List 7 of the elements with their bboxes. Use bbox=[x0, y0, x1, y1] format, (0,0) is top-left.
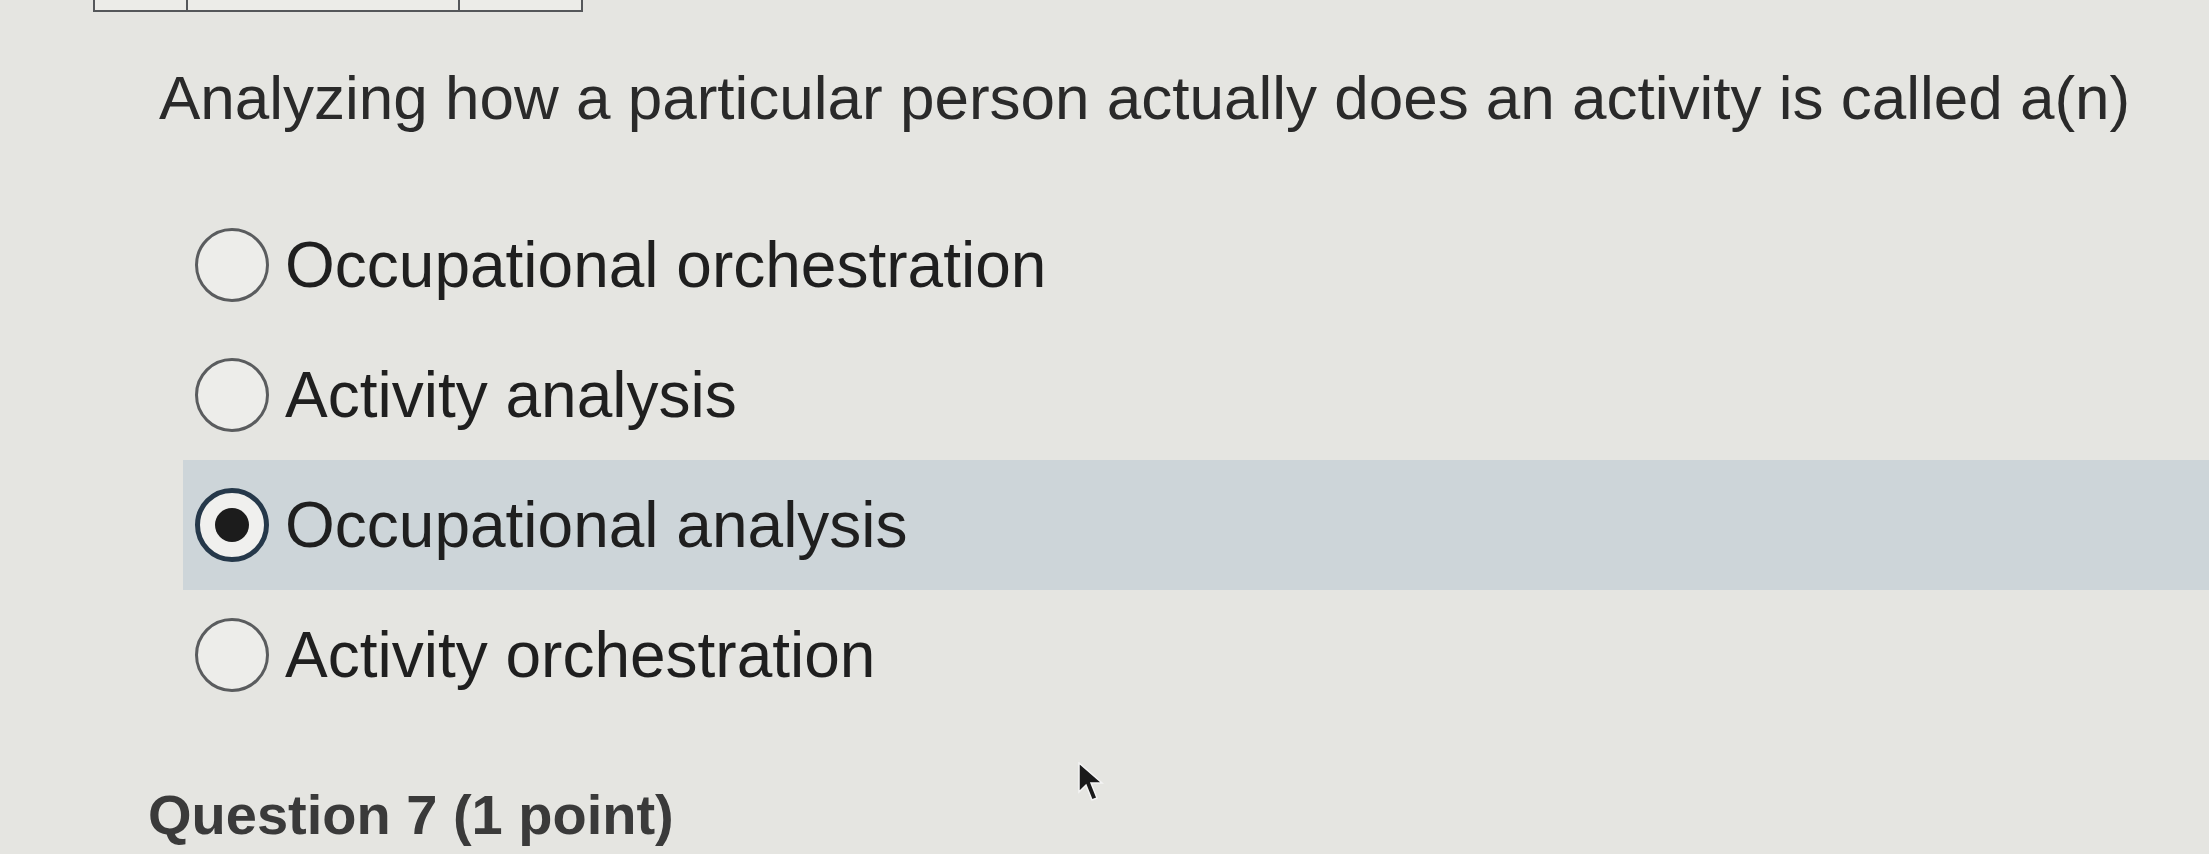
option-label[interactable]: Occupational orchestration bbox=[285, 227, 1047, 303]
question-text: Analyzing how a particular person actually does an activity is called a(n) bbox=[159, 64, 2131, 131]
question-heading: Question 7 (1 point) bbox=[148, 784, 674, 846]
mouse-pointer-icon bbox=[1078, 762, 1104, 802]
option-label[interactable]: Activity orchestration bbox=[285, 617, 876, 693]
option-label[interactable]: Occupational analysis bbox=[285, 487, 908, 563]
option-label[interactable]: Activity analysis bbox=[285, 357, 737, 433]
